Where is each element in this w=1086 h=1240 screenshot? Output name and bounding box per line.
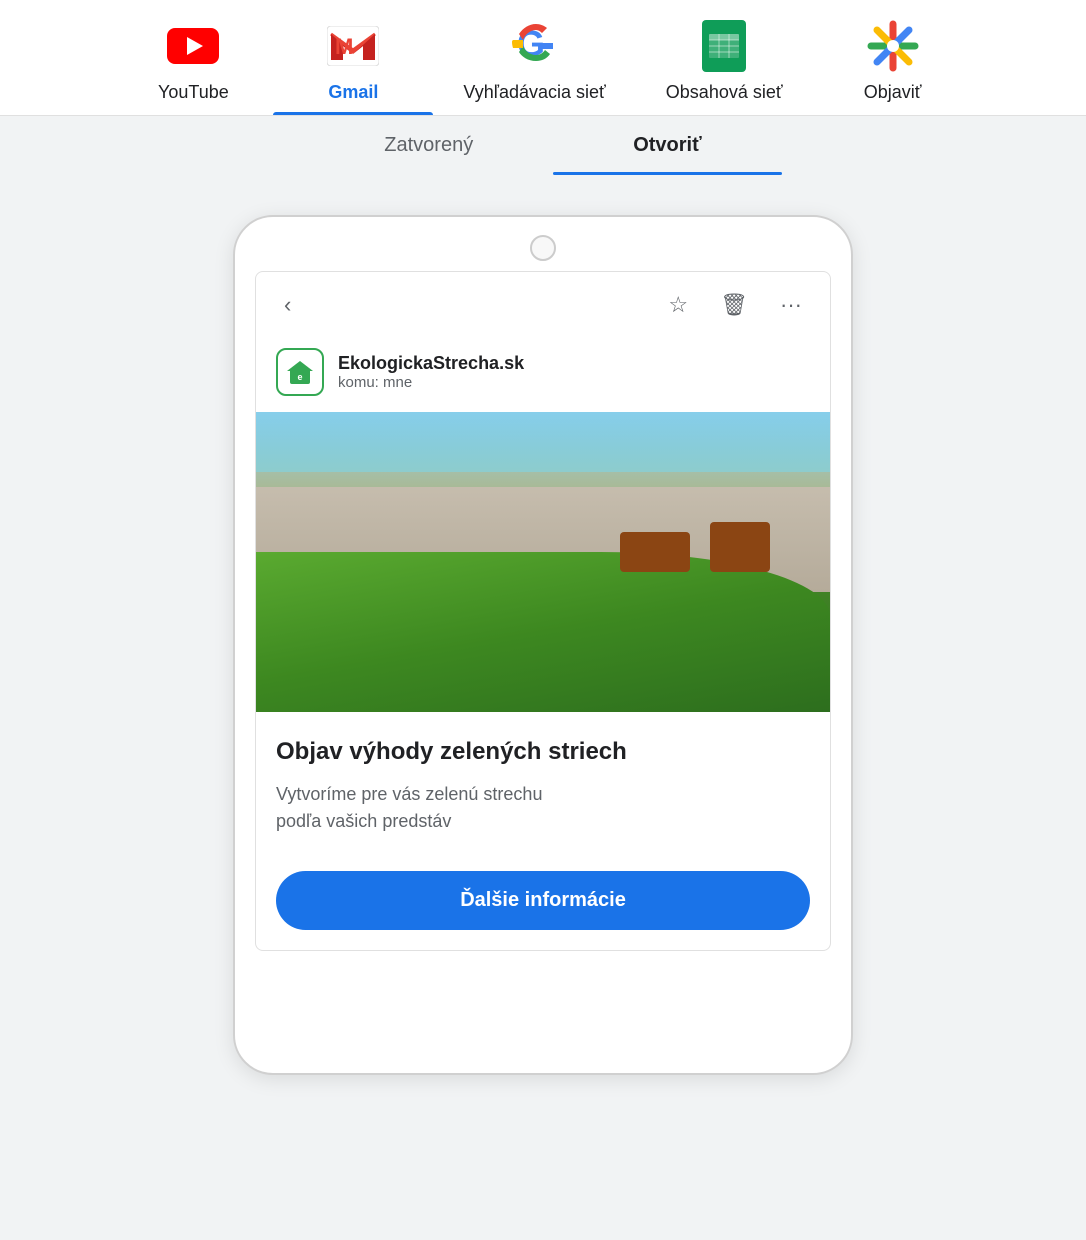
google-g-logo: G [509, 20, 561, 72]
cta-button[interactable]: Ďalšie informácie [276, 871, 810, 930]
youtube-icon [165, 18, 221, 74]
nav-item-gmail[interactable]: M Gmail [273, 0, 433, 115]
sheets-logo [702, 20, 746, 72]
discover-logo [867, 20, 919, 72]
email-header: e EkologickaStrecha.sk komu: mne [256, 338, 830, 412]
planter-box-2 [710, 522, 770, 572]
nav-label-objavit: Objaviť [864, 82, 922, 103]
nav-label-vyhladavacia: Vyhľadávacia sieť [463, 82, 605, 103]
email-body: Vytvoríme pre vás zelenú strechu podľa v… [256, 777, 830, 855]
phone-wrapper: ‹ ☆ 🗑 ··· e EkologickaStrecha.sk [0, 175, 1086, 1115]
youtube-play-triangle [187, 37, 203, 55]
nav-item-vyhladavacia[interactable]: G Vyhľadávacia sieť [433, 0, 635, 115]
eco-body: e [290, 371, 310, 384]
email-container: ‹ ☆ 🗑 ··· e EkologickaStrecha.sk [255, 271, 831, 951]
sender-to: komu: mne [338, 374, 524, 391]
delete-button[interactable]: 🗑 [712, 288, 756, 322]
tab-zatvoreny[interactable]: Zatvorený [304, 116, 553, 175]
nav-item-objavit[interactable]: Objaviť [813, 0, 973, 115]
back-button[interactable]: ‹ [276, 288, 299, 322]
email-headline: Objav výhody zelených striech [256, 712, 830, 777]
phone-mockup: ‹ ☆ 🗑 ··· e EkologickaStrecha.sk [233, 215, 853, 1075]
sender-name: EkologickaStrecha.sk [338, 353, 524, 374]
nav-item-youtube[interactable]: YouTube [113, 0, 273, 115]
gmail-icon: M [325, 18, 381, 74]
star-button[interactable]: ☆ [660, 288, 696, 322]
gmail-logo: M [327, 26, 379, 66]
phone-notch [235, 217, 851, 271]
eco-house-icon: e [287, 361, 313, 384]
svg-text:M: M [335, 34, 353, 59]
more-button[interactable]: ··· [772, 288, 810, 322]
tab-otvorit[interactable]: Otvoriť [553, 116, 781, 175]
youtube-logo [167, 28, 219, 64]
nav-label-youtube: YouTube [158, 82, 229, 103]
grass-area [256, 552, 830, 712]
nav-label-obsahova: Obsahová sieť [666, 82, 783, 103]
top-navigation: YouTube M Gmail G [0, 0, 1086, 116]
sender-info: EkologickaStrecha.sk komu: mne [338, 353, 524, 391]
trees [256, 412, 830, 487]
nav-item-obsahova[interactable]: Obsahová sieť [636, 0, 813, 115]
google-sheets-icon [696, 18, 752, 74]
google-search-icon: G [507, 18, 563, 74]
sender-avatar: e [276, 348, 324, 396]
email-toolbar: ‹ ☆ 🗑 ··· [256, 272, 830, 338]
eco-roof [287, 361, 313, 371]
discover-icon [865, 18, 921, 74]
nav-label-gmail: Gmail [328, 82, 378, 103]
phone-camera [530, 235, 556, 261]
sub-tab-bar: Zatvorený Otvoriť [0, 116, 1086, 175]
planter-box-1 [620, 532, 690, 572]
email-image [256, 412, 830, 712]
